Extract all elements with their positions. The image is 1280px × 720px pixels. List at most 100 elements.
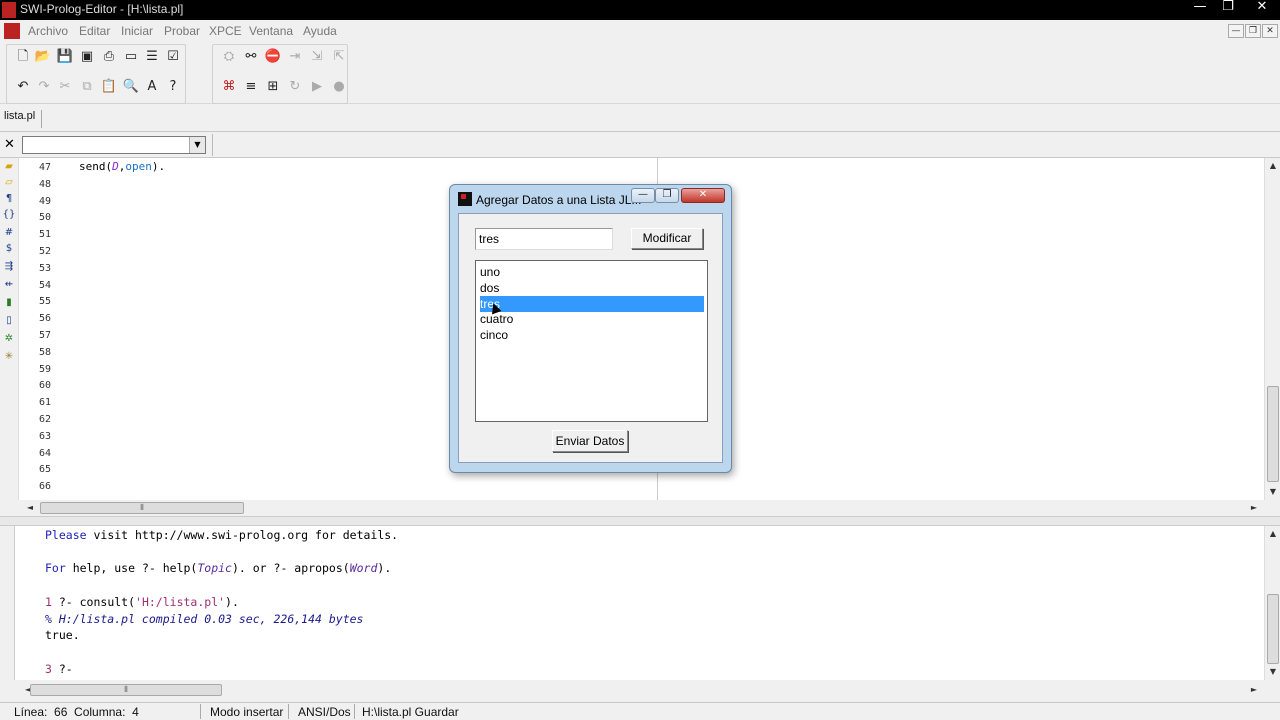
- bug-icon[interactable]: ✲: [2, 332, 16, 346]
- dollar-icon[interactable]: $: [2, 242, 16, 256]
- run-icon[interactable]: ▶: [308, 78, 326, 96]
- console-text: ).: [377, 561, 392, 575]
- step-icon[interactable]: ⇥: [286, 48, 304, 66]
- menu-editar[interactable]: Editar: [79, 24, 110, 38]
- insert-mode: Modo insertar: [210, 705, 284, 719]
- search-combo[interactable]: ▼: [22, 136, 206, 154]
- scroll-left-icon[interactable]: ◄: [22, 500, 38, 516]
- listing-icon[interactable]: ≡: [242, 78, 260, 96]
- paragraph-icon[interactable]: ¶: [2, 192, 16, 206]
- tab-lista-pl[interactable]: lista.pl: [4, 110, 43, 128]
- line-number: 66: [38, 481, 51, 492]
- editor-horizontal-scrollbar[interactable]: ◄ ⦀ ►: [18, 500, 1264, 516]
- structure-icon[interactable]: ⊞: [264, 78, 282, 96]
- book-icon[interactable]: ▮: [2, 296, 16, 310]
- mdi-minimize-button[interactable]: —: [1228, 24, 1244, 38]
- folder-icon[interactable]: ▰: [2, 160, 16, 174]
- console-hscroll-thumb[interactable]: ⦀: [30, 684, 222, 696]
- console-text: apropos: [294, 561, 343, 575]
- document-icon[interactable]: [4, 23, 20, 39]
- close-findbar-icon[interactable]: ✕: [4, 137, 15, 152]
- pane-splitter[interactable]: [0, 516, 1280, 526]
- list-item[interactable]: cuatro: [480, 311, 704, 327]
- outdent-icon[interactable]: ⇷: [2, 278, 16, 292]
- reload-icon[interactable]: ↻: [286, 78, 304, 96]
- hash-icon[interactable]: #: [2, 226, 16, 240]
- mdi-restore-button[interactable]: ❐: [1245, 24, 1261, 38]
- save-icon[interactable]: 💾: [56, 48, 74, 66]
- toolbar: 🗋 📂 💾 ▣ ⎙ ▭ ☰ ☑ ↶ ↷ ✂ ⧉ 📋 🔍 A ? ⛭ ⚯ ⛔ ⇥ …: [0, 42, 1280, 104]
- console-vertical-scrollbar[interactable]: ▲ ▼: [1264, 526, 1280, 680]
- undo-icon[interactable]: ↶: [14, 78, 32, 96]
- console-vscroll-thumb[interactable]: [1267, 594, 1279, 664]
- scroll-right-icon[interactable]: ►: [1246, 682, 1262, 698]
- line-number: 60: [38, 380, 51, 391]
- braces-icon[interactable]: {}: [2, 208, 16, 222]
- editor-vscroll-thumb[interactable]: [1267, 386, 1279, 482]
- split-window-icon[interactable]: ☰: [143, 48, 161, 66]
- send-data-button[interactable]: Enviar Datos: [552, 430, 628, 452]
- stop-icon[interactable]: ⛔: [264, 48, 282, 66]
- menu-xpce[interactable]: XPCE: [209, 24, 242, 38]
- consult-icon[interactable]: ⛭: [220, 48, 238, 66]
- scroll-down-icon[interactable]: ▼: [1265, 664, 1280, 680]
- menu-ayuda[interactable]: Ayuda: [303, 24, 337, 38]
- spy-icon[interactable]: ⚯: [242, 48, 260, 66]
- modify-button[interactable]: Modificar: [631, 228, 703, 249]
- menu-probar[interactable]: Probar: [164, 24, 200, 38]
- scroll-down-icon[interactable]: ▼: [1265, 484, 1280, 500]
- editor-hscroll-thumb[interactable]: ⦀: [40, 502, 244, 514]
- console-text: (: [342, 561, 350, 575]
- open-folder-icon[interactable]: ▱: [2, 176, 16, 190]
- menu-iniciar[interactable]: Iniciar: [121, 24, 153, 38]
- xpce-icon[interactable]: ⌘: [220, 78, 238, 96]
- print-icon[interactable]: ⎙: [100, 48, 118, 66]
- dialog-close-button[interactable]: ✕: [681, 188, 725, 203]
- new-file-icon[interactable]: 🗋: [14, 48, 32, 66]
- mdi-close-button[interactable]: ✕: [1262, 24, 1278, 38]
- divider: [212, 134, 213, 156]
- maximize-button[interactable]: ❐: [1214, 0, 1242, 16]
- scroll-up-icon[interactable]: ▲: [1265, 526, 1280, 542]
- query-window-icon[interactable]: ▭: [122, 48, 140, 66]
- minimize-button[interactable]: —: [1186, 0, 1214, 16]
- chevron-down-icon[interactable]: ▼: [189, 137, 205, 153]
- list-item[interactable]: cinco: [480, 327, 704, 343]
- editor-vertical-scrollbar[interactable]: ▲ ▼: [1264, 158, 1280, 500]
- dialog-minimize-button[interactable]: —: [631, 188, 655, 203]
- scroll-up-icon[interactable]: ▲: [1265, 158, 1280, 174]
- font-icon[interactable]: A: [143, 78, 161, 96]
- window-titlebar: SWI-Prolog-Editor - [H:\lista.pl] — ❐ ✕: [0, 0, 1280, 20]
- open-folder-icon[interactable]: 📂: [34, 48, 52, 66]
- redo-icon[interactable]: ↷: [35, 78, 53, 96]
- save-all-icon[interactable]: ▣: [78, 48, 96, 66]
- console-horizontal-scrollbar[interactable]: ◄ ⦀ ►: [14, 682, 1264, 698]
- menu-ventana[interactable]: Ventana: [249, 24, 293, 38]
- bookmark-icon[interactable]: ▯: [2, 314, 16, 328]
- line-number: 63: [38, 431, 51, 442]
- items-listbox[interactable]: uno dos tres cuatro cinco: [475, 260, 708, 422]
- close-button[interactable]: ✕: [1248, 0, 1276, 16]
- copy-icon[interactable]: ⧉: [78, 78, 96, 96]
- line-number: 59: [38, 364, 51, 375]
- menu-archivo[interactable]: Archivo: [28, 24, 68, 38]
- leap-icon[interactable]: ⇱: [330, 48, 348, 66]
- checklist-icon[interactable]: ☑: [164, 48, 182, 66]
- find-icon[interactable]: 🔍: [122, 78, 140, 96]
- paste-icon[interactable]: 📋: [100, 78, 118, 96]
- list-item[interactable]: uno: [480, 264, 704, 280]
- scroll-right-icon[interactable]: ►: [1246, 500, 1262, 516]
- cut-icon[interactable]: ✂: [56, 78, 74, 96]
- list-item[interactable]: dos: [480, 280, 704, 296]
- indent-icon[interactable]: ⇶: [2, 260, 16, 274]
- item-text-field[interactable]: tres: [475, 228, 613, 250]
- dialog-maximize-button[interactable]: ❐: [655, 188, 679, 203]
- prolog-console[interactable]: Please visit http://www.swi-prolog.org f…: [14, 526, 1264, 680]
- record-icon[interactable]: ●: [330, 78, 348, 96]
- skip-icon[interactable]: ⇲: [308, 48, 326, 66]
- console-line: Please visit http://www.swi-prolog.org f…: [45, 528, 398, 542]
- add-data-dialog: Agregar Datos a una Lista JL... — ❐ ✕ tr…: [449, 184, 732, 473]
- debug-icon[interactable]: ✳: [2, 350, 16, 364]
- help-icon[interactable]: ?: [164, 78, 182, 96]
- list-item-selected[interactable]: tres: [480, 296, 704, 312]
